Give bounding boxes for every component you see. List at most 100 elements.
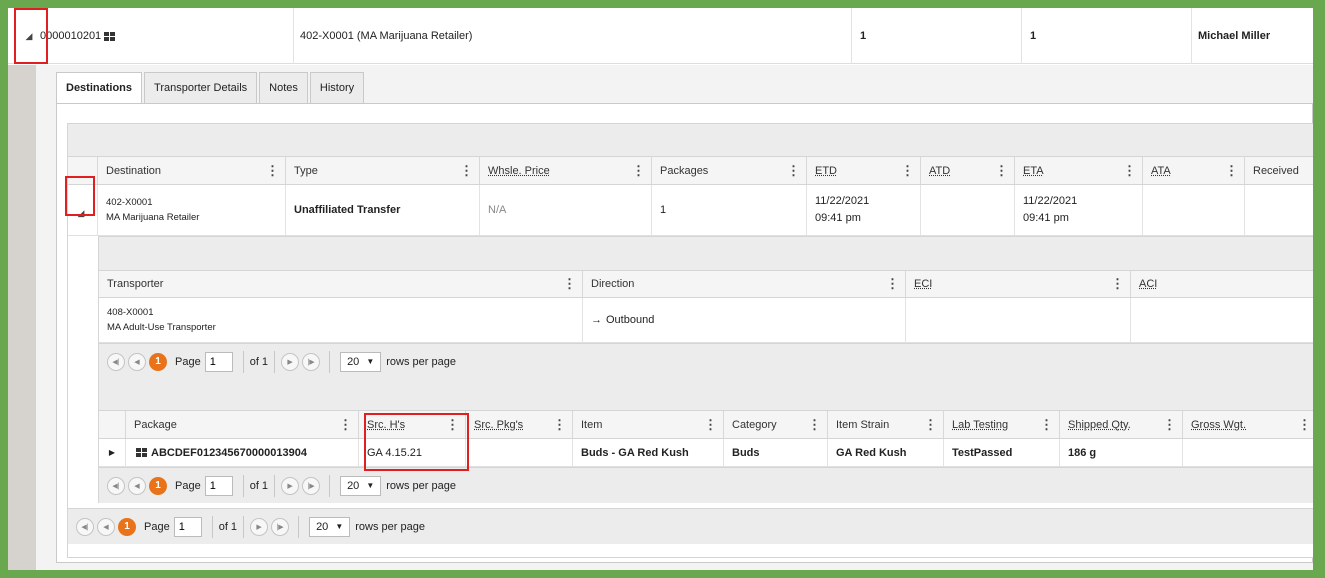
- col-destination[interactable]: Destination ⋮: [98, 157, 286, 184]
- pager-divider: [329, 474, 331, 497]
- etd-cell: 11/22/2021 09:41 pm: [807, 185, 921, 235]
- column-menu-icon[interactable]: ⋮: [1111, 276, 1124, 292]
- col-direction[interactable]: Direction ⋮: [583, 271, 906, 297]
- col-src-pkgs[interactable]: Src. Pkg's ⋮: [466, 411, 573, 438]
- transporters-grid: Transporter ⋮ Direction ⋮ ECI ⋮ ACI 408-X00…: [98, 236, 1313, 379]
- last-page-icon[interactable]: |▶: [302, 352, 321, 371]
- tab-history[interactable]: History: [309, 72, 365, 104]
- rows-value: 20: [347, 355, 360, 368]
- tab-notes[interactable]: Notes: [259, 72, 308, 104]
- col-category[interactable]: Category ⋮: [724, 411, 828, 438]
- pager-divider: [274, 474, 276, 497]
- prev-page-icon[interactable]: ◀: [128, 352, 146, 371]
- tab-destinations[interactable]: Destinations: [56, 72, 143, 104]
- current-page-button[interactable]: 1: [118, 517, 136, 536]
- transporters-header: Transporter ⋮ Direction ⋮ ECI ⋮ ACI: [99, 271, 1313, 298]
- col-shipped-qty[interactable]: Shipped Qty. ⋮: [1060, 411, 1183, 438]
- col-etd[interactable]: ETD ⋮: [807, 157, 921, 184]
- col-atd[interactable]: ATD ⋮: [921, 157, 1015, 184]
- column-menu-icon[interactable]: ⋮: [1123, 163, 1136, 179]
- page-label: Page: [175, 355, 201, 368]
- col-eci[interactable]: ECI ⋮: [906, 271, 1131, 297]
- transporter-row[interactable]: 408-X0001 MA Adult-Use Transporter → Outb…: [99, 298, 1313, 343]
- col-item[interactable]: Item ⋮: [573, 411, 724, 438]
- last-page-icon[interactable]: |▶: [271, 517, 290, 536]
- received-cell: [1245, 185, 1313, 235]
- column-menu-icon[interactable]: ⋮: [266, 163, 279, 179]
- column-menu-icon[interactable]: ⋮: [460, 163, 473, 179]
- page-input[interactable]: [204, 475, 233, 496]
- prev-page-icon[interactable]: ◀: [128, 476, 146, 495]
- package-row[interactable]: ▶ ABCDEF012345670000013904 GA 4.15.21 Bu…: [99, 439, 1313, 467]
- column-menu-icon[interactable]: ⋮: [787, 163, 800, 179]
- aci-cell: [1131, 298, 1313, 342]
- caret-down-icon: ▼: [366, 481, 375, 490]
- page-input[interactable]: [173, 516, 202, 537]
- rows-value: 20: [316, 520, 329, 533]
- column-menu-icon[interactable]: ⋮: [1298, 417, 1311, 433]
- first-page-icon[interactable]: ◀|: [107, 352, 125, 371]
- column-menu-icon[interactable]: ⋮: [1040, 417, 1053, 433]
- col-item-strain[interactable]: Item Strain ⋮: [828, 411, 944, 438]
- column-menu-icon[interactable]: ⋮: [901, 163, 914, 179]
- column-menu-icon[interactable]: ⋮: [704, 417, 717, 433]
- page-count-label: of 1: [218, 520, 238, 533]
- transporter-name: MA Adult-Use Transporter: [107, 322, 216, 333]
- current-page-button[interactable]: 1: [149, 352, 167, 371]
- col-aci[interactable]: ACI: [1131, 271, 1313, 297]
- page-input[interactable]: [204, 351, 233, 372]
- tab-transporter-details[interactable]: Transporter Details: [144, 72, 258, 104]
- col-whsle-price-label: Whsle. Price: [488, 164, 550, 177]
- col-received[interactable]: Received: [1245, 157, 1313, 184]
- col-eta[interactable]: ETA ⋮: [1015, 157, 1143, 184]
- col-type[interactable]: Type ⋮: [286, 157, 480, 184]
- highlight-box-destination-expander: [65, 176, 95, 216]
- col-packages[interactable]: Packages ⋮: [652, 157, 807, 184]
- col-packages-label: Packages: [660, 164, 709, 177]
- next-page-icon[interactable]: ▶: [281, 476, 300, 495]
- column-menu-icon[interactable]: ⋮: [995, 163, 1008, 179]
- rows-per-page-select[interactable]: 20 ▼: [340, 475, 382, 496]
- pager-divider: [243, 515, 245, 538]
- col-category-label: Category: [732, 418, 777, 431]
- prev-page-icon[interactable]: ◀: [97, 517, 115, 536]
- column-menu-icon[interactable]: ⋮: [632, 163, 645, 179]
- rows-per-page-select[interactable]: 20 ▼: [340, 351, 382, 372]
- col-received-label: Received: [1253, 164, 1299, 177]
- col-lab-testing[interactable]: Lab Testing ⋮: [944, 411, 1060, 438]
- column-menu-icon[interactable]: ⋮: [563, 276, 576, 292]
- column-menu-icon[interactable]: ⋮: [886, 276, 899, 292]
- last-page-icon[interactable]: |▶: [302, 476, 321, 495]
- col-whsle-price[interactable]: Whsle. Price ⋮: [480, 157, 652, 184]
- first-page-icon[interactable]: ◀|: [76, 517, 94, 536]
- col-transporter[interactable]: Transporter ⋮: [99, 271, 583, 297]
- first-page-icon[interactable]: ◀|: [107, 476, 125, 495]
- col-etd-label: ETD: [815, 164, 837, 177]
- expand-package-icon[interactable]: ▶: [99, 439, 126, 466]
- col-ata[interactable]: ATA ⋮: [1143, 157, 1245, 184]
- column-menu-icon[interactable]: ⋮: [924, 417, 937, 433]
- transfer-id: 0000010201: [40, 30, 102, 42]
- packages-toolbar: [99, 378, 1313, 411]
- transfer-row[interactable]: 0000010201 402-X0001 (MA Marijuana Retai…: [8, 8, 1313, 64]
- direction-cell: → Outbound: [583, 298, 906, 342]
- next-page-icon[interactable]: ▶: [250, 517, 269, 536]
- column-menu-icon[interactable]: ⋮: [553, 417, 566, 433]
- column-menu-icon[interactable]: ⋮: [808, 417, 821, 433]
- rows-per-page-select[interactable]: 20 ▼: [309, 516, 351, 537]
- ata-cell: [1143, 185, 1245, 235]
- lab-testing-cell: TestPassed: [944, 439, 1060, 466]
- col-package[interactable]: Package ⋮: [126, 411, 359, 438]
- col-item-strain-label: Item Strain: [836, 418, 890, 431]
- current-page-button[interactable]: 1: [149, 476, 167, 495]
- col-type-label: Type: [294, 164, 318, 177]
- rows-per-page-label: rows per page: [386, 479, 456, 492]
- column-menu-icon[interactable]: ⋮: [339, 417, 352, 433]
- col-eci-label: ECI: [914, 278, 933, 290]
- column-menu-icon[interactable]: ⋮: [1225, 163, 1238, 179]
- next-page-icon[interactable]: ▶: [281, 352, 300, 371]
- eta-date: 11/22/2021: [1023, 195, 1078, 207]
- col-gross-wgt[interactable]: Gross Wgt. ⋮: [1183, 411, 1313, 438]
- column-menu-icon[interactable]: ⋮: [1163, 417, 1176, 433]
- destination-row[interactable]: 402-X0001 MA Marijuana Retailer Unaffili…: [68, 185, 1313, 236]
